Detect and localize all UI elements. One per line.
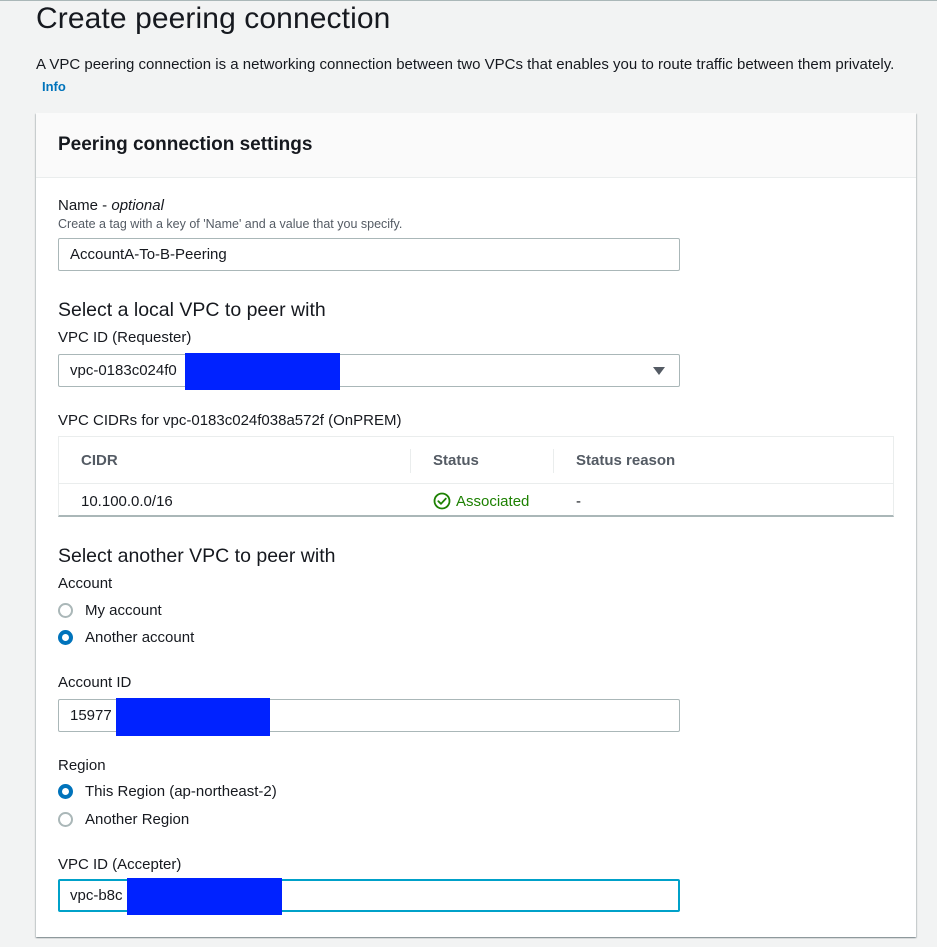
radio-button-selected[interactable] [58, 630, 73, 645]
radio-button-selected[interactable] [58, 784, 73, 799]
cidr-cell: 10.100.0.0/16 [81, 493, 173, 510]
accepter-vpc-value: vpc-b8c [70, 887, 123, 904]
peer-vpc-heading: Select another VPC to peer with [58, 545, 336, 567]
status-text: Associated [456, 492, 530, 510]
account-id-label: Account ID [58, 674, 132, 691]
name-input-value: AccountA-To-B-Peering [70, 246, 227, 263]
radio-button[interactable] [58, 603, 73, 618]
cidr-table: CIDR Status Status reason 10.100.0.0/16 … [58, 436, 894, 517]
radio-label: Another Region [85, 811, 190, 828]
page-title: Create peering connection [36, 2, 391, 35]
name-hint: Create a tag with a key of 'Name' and a … [58, 217, 403, 231]
account-id-value: 15977 [70, 707, 112, 724]
requester-vpc-select[interactable]: vpc-0183c024f0 [58, 354, 680, 387]
radio-another-account[interactable]: Another account [58, 629, 194, 646]
name-label-text: Name [58, 197, 99, 214]
requester-vpc-value: vpc-0183c024f0 [70, 362, 177, 379]
account-label: Account [58, 575, 113, 592]
peering-settings-panel: Peering connection settings Name - optio… [36, 113, 916, 937]
redaction-block [127, 878, 282, 915]
requester-vpc-label: VPC ID (Requester) [58, 329, 192, 346]
top-divider [0, 0, 937, 1]
local-vpc-heading: Select a local VPC to peer with [58, 299, 326, 321]
region-label: Region [58, 757, 106, 774]
panel-title: Peering connection settings [58, 134, 313, 155]
accepter-vpc-label: VPC ID (Accepter) [58, 856, 182, 873]
column-divider [410, 449, 411, 473]
check-circle-icon [433, 492, 451, 510]
name-label: Name - optional [58, 197, 164, 214]
name-input[interactable]: AccountA-To-B-Peering [58, 238, 680, 271]
radio-label: My account [85, 602, 162, 619]
table-header-row: CIDR Status Status reason [59, 437, 893, 484]
radio-button[interactable] [58, 812, 73, 827]
radio-label: This Region (ap-northeast-2) [85, 783, 277, 800]
redaction-block [185, 353, 340, 390]
redaction-block [116, 698, 270, 736]
radio-my-account[interactable]: My account [58, 602, 162, 619]
radio-this-region[interactable]: This Region (ap-northeast-2) [58, 783, 277, 800]
panel-header: Peering connection settings [36, 113, 916, 178]
page-description-text: A VPC peering connection is a networking… [36, 56, 895, 73]
radio-label: Another account [85, 629, 195, 646]
radio-another-region[interactable]: Another Region [58, 811, 189, 828]
column-header-status: Status [433, 452, 479, 469]
info-link[interactable]: Info [42, 79, 66, 94]
status-cell: Associated [433, 492, 529, 510]
column-header-cidr: CIDR [81, 452, 118, 469]
column-divider [553, 449, 554, 473]
name-label-optional: optional [111, 197, 164, 214]
status-reason-cell: - [576, 493, 581, 510]
column-header-status-reason: Status reason [576, 452, 676, 469]
vpc-cidrs-label: VPC CIDRs for vpc-0183c024f038a572f (OnP… [58, 412, 402, 429]
page-description: A VPC peering connection is a networking… [36, 54, 916, 98]
chevron-down-icon [653, 367, 665, 375]
